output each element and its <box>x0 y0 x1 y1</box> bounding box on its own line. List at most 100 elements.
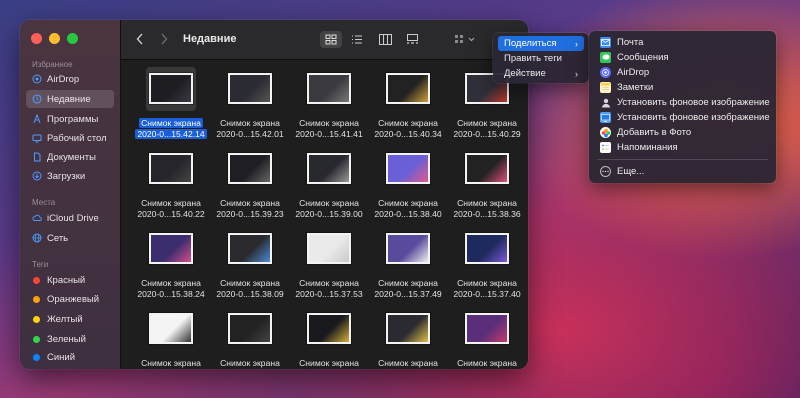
messages-icon <box>600 52 611 63</box>
file-name-line2: 2020-0...15.38.36 <box>453 209 521 219</box>
file-thumbnail <box>386 313 430 344</box>
sidebar-item-desktop[interactable]: Рабочий стол <box>26 129 114 147</box>
list-icon <box>352 35 362 44</box>
group-button[interactable] <box>451 31 481 48</box>
menu-item-edit-tags[interactable]: Править теги <box>498 51 584 66</box>
forward-button[interactable] <box>159 32 169 49</box>
file-item[interactable]: Снимок экрана <box>449 301 525 369</box>
file-name: Снимок экрана 2020-0...15.37.49 <box>370 278 446 300</box>
sidebar-item-airdrop[interactable]: AirDrop <box>26 70 114 88</box>
file-name-line1: Снимок экрана <box>299 198 359 208</box>
file-item[interactable]: Снимок экрана 2020-0...15.38.09 <box>212 221 288 301</box>
documents-icon <box>32 152 42 162</box>
menu-item-label: Установить фоновое изображение <box>617 112 770 123</box>
minimize-button[interactable] <box>49 33 60 44</box>
sidebar-item-label: Желтый <box>47 313 83 325</box>
network-icon <box>32 233 42 243</box>
file-item[interactable]: Снимок экрана 2020-0...15.38.24 <box>133 221 209 301</box>
file-item[interactable]: Снимок экрана 2020-0...15.42.01 <box>212 61 288 141</box>
close-button[interactable] <box>31 33 42 44</box>
file-item[interactable]: Снимок экрана 2020-0...15.40.22 <box>133 141 209 221</box>
tag-dot-icon <box>33 315 40 323</box>
file-name: Снимок экрана 2020-0...15.38.24 <box>133 278 209 300</box>
menu-item-label: Действие <box>504 68 546 79</box>
share-item-reminders[interactable]: Напоминания <box>594 140 771 155</box>
gallery-icon <box>406 34 418 44</box>
file-item[interactable]: Снимок экрана <box>291 301 367 369</box>
file-thumbnail <box>149 153 193 184</box>
gallery-view-button[interactable] <box>401 31 423 48</box>
file-item[interactable]: Снимок экрана <box>212 301 288 369</box>
file-item[interactable]: Снимок экрана 2020-0...15.39.00 <box>291 141 367 221</box>
file-item[interactable]: Снимок экрана <box>133 301 209 369</box>
menu-item-action[interactable]: Действие › <box>498 66 584 81</box>
share-item-more[interactable]: Еще... <box>594 164 771 179</box>
share-item-messages[interactable]: Сообщения <box>594 50 771 65</box>
file-name: Снимок экрана <box>291 358 367 369</box>
menu-item-label: Править теги <box>504 53 562 64</box>
chevron-left-icon <box>136 33 143 45</box>
sidebar-item-label: Документы <box>47 151 96 163</box>
sidebar-item-documents[interactable]: Документы <box>26 148 114 166</box>
sidebar-item-recents[interactable]: Недавние <box>26 90 114 108</box>
file-name-line2: 2020-0...15.40.22 <box>137 209 205 219</box>
file-item[interactable]: Снимок экрана 2020-0...15.37.40 <box>449 221 525 301</box>
file-item[interactable]: Снимок экрана <box>370 301 446 369</box>
file-item[interactable]: Снимок экрана 2020-0...15.38.36 <box>449 141 525 221</box>
sidebar-item-tag-blue[interactable]: Синий <box>26 348 114 366</box>
share-item-mail[interactable]: Почта <box>594 35 771 50</box>
file-thumbnail <box>149 73 193 104</box>
context-menu: Поделиться › Править теги Действие › <box>493 33 589 83</box>
list-view-button[interactable] <box>346 31 368 48</box>
file-item[interactable]: Снимок экрана 2020-0...15.37.53 <box>291 221 367 301</box>
file-item[interactable]: Снимок экрана 2020-0...15.38.40 <box>370 141 446 221</box>
airdrop-icon <box>32 74 42 84</box>
sidebar-item-label: Зеленый <box>47 333 86 345</box>
tag-dot-icon <box>33 335 40 343</box>
user-icon <box>600 97 611 108</box>
menu-item-share[interactable]: Поделиться › <box>498 36 584 51</box>
file-item[interactable]: Снимок экрана 2020-0...15.40.34 <box>370 61 446 141</box>
file-name-line1: Снимок экрана <box>299 358 359 368</box>
sidebar-item-label: Синий <box>47 351 76 363</box>
sidebar-item-tag-orange[interactable]: Оранжевый <box>26 290 114 308</box>
file-thumbnail <box>465 233 509 264</box>
column-view-button[interactable] <box>374 31 396 48</box>
menu-item-label: Поделиться <box>504 38 557 49</box>
sidebar-item-applications[interactable]: Программы <box>26 110 114 128</box>
menu-item-label: Почта <box>617 37 644 48</box>
file-item[interactable]: Снимок экрана 2020-0...15.39.23 <box>212 141 288 221</box>
recents-icon <box>32 94 42 104</box>
tags-title: Теги <box>32 260 49 269</box>
share-item-notes[interactable]: Заметки <box>594 80 771 95</box>
toolbar: Недавние <box>121 20 528 60</box>
file-item[interactable]: Снимок экрана 2020-0...15.37.49 <box>370 221 446 301</box>
file-name: Снимок экрана <box>212 358 288 369</box>
file-thumbnail <box>307 153 351 184</box>
sidebar-item-downloads[interactable]: Загрузки <box>26 167 114 185</box>
file-name: Снимок экрана 2020-0...15.37.40 <box>449 278 525 300</box>
sidebar-item-tag-red[interactable]: Красный <box>26 271 114 289</box>
zoom-button[interactable] <box>67 33 78 44</box>
chevron-right-icon: › <box>575 38 578 49</box>
sidebar: Избранное AirDrop Недавние Программы Раб… <box>20 20 121 369</box>
file-item[interactable]: Снимок экрана 2020-0...15.41.41 <box>291 61 367 141</box>
file-thumbnail <box>386 73 430 104</box>
file-thumbnail <box>386 153 430 184</box>
sidebar-item-tag-yellow[interactable]: Желтый <box>26 310 114 328</box>
sidebar-item-icloud[interactable]: iCloud Drive <box>26 209 114 227</box>
share-item-add-to-photos[interactable]: Добавить в Фото <box>594 125 771 140</box>
icon-view-button[interactable] <box>320 31 342 48</box>
share-submenu: Почта Сообщения AirDrop Заметки Установи… <box>589 31 776 183</box>
file-name-line1: Снимок экрана <box>378 278 438 288</box>
back-button[interactable] <box>135 32 145 49</box>
sidebar-item-tag-green[interactable]: Зеленый <box>26 330 114 348</box>
group-icon <box>455 35 475 43</box>
file-name: Снимок экрана 2020-0...15.40.22 <box>133 198 209 220</box>
file-item[interactable]: Снимок экрана 2020-0...15.42.14 <box>133 61 209 141</box>
share-item-airdrop[interactable]: AirDrop <box>594 65 771 80</box>
main-area: Недавние Снимок экрана 2020-0...15.42.14 С… <box>121 20 528 369</box>
share-item-set-wallpaper-user[interactable]: Установить фоновое изображение <box>594 95 771 110</box>
sidebar-item-network[interactable]: Сеть <box>26 229 114 247</box>
share-item-set-wallpaper[interactable]: Установить фоновое изображение <box>594 110 771 125</box>
